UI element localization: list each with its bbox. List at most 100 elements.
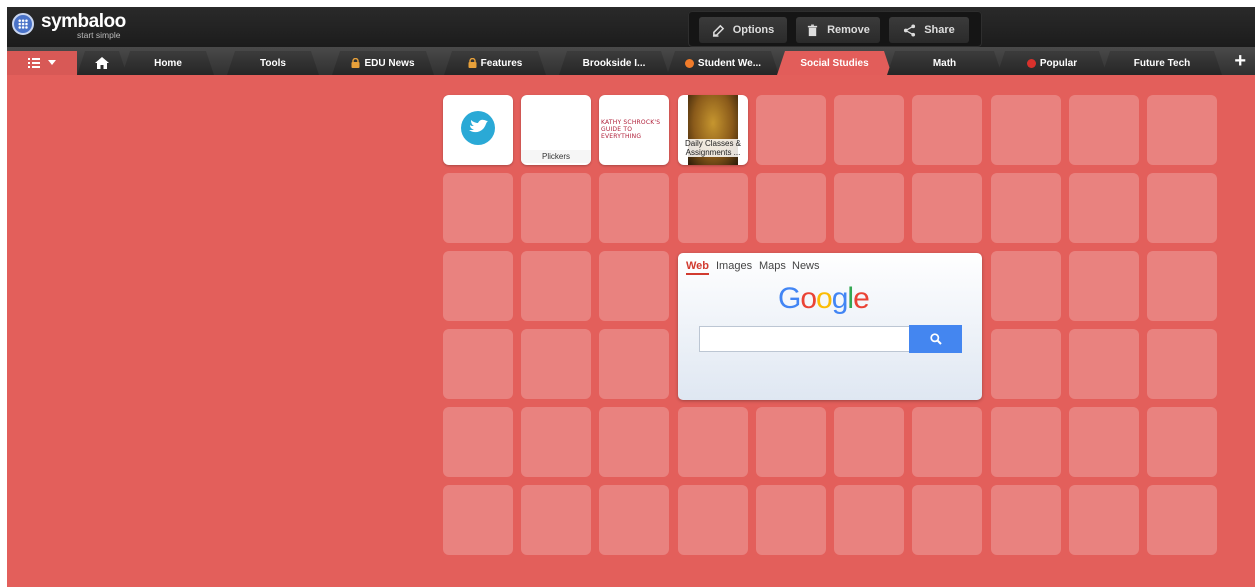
edit-icon [712, 24, 724, 37]
share-icon [904, 23, 916, 37]
empty-tile[interactable] [991, 95, 1061, 165]
tab-brookside[interactable]: Brookside I... [559, 51, 669, 75]
tab-student-web[interactable]: Student We... [667, 51, 779, 75]
empty-tile[interactable] [1147, 485, 1217, 555]
empty-tile[interactable] [1147, 407, 1217, 477]
empty-tile[interactable] [521, 485, 591, 555]
empty-tile[interactable] [991, 329, 1061, 399]
kathy-schrock-tile[interactable]: KATHY SCHROCK'S GUIDE TO EVERYTHING [599, 95, 669, 165]
tab-bar: Home Tools EDU News Features Brookside I… [7, 47, 1255, 75]
empty-tile[interactable] [834, 485, 904, 555]
tab-label: Math [932, 57, 957, 69]
google-tab-maps[interactable]: Maps [759, 260, 786, 272]
empty-tile[interactable] [599, 329, 669, 399]
empty-tile[interactable] [1069, 173, 1139, 243]
empty-tile[interactable] [912, 407, 982, 477]
empty-tile[interactable] [1069, 251, 1139, 321]
empty-tile[interactable] [991, 173, 1061, 243]
google-logo-letter: o [800, 282, 817, 315]
google-search-widget: Web Images Maps News Google [678, 253, 982, 400]
twitter-tile[interactable] [443, 95, 513, 165]
tab-future-tech[interactable]: Future Tech [1102, 51, 1222, 75]
empty-tile[interactable] [521, 407, 591, 477]
empty-tile[interactable] [756, 407, 826, 477]
home-tab[interactable] [77, 51, 127, 75]
tab-label: Tools [260, 57, 286, 69]
empty-tile[interactable] [991, 407, 1061, 477]
empty-tile[interactable] [1147, 251, 1217, 321]
tab-edu-news[interactable]: EDU News [332, 51, 434, 75]
daily-classes-tile[interactable]: Daily Classes & Assignments ... [678, 95, 748, 165]
empty-tile[interactable] [912, 95, 982, 165]
lock-icon [468, 58, 477, 68]
empty-tile[interactable] [678, 485, 748, 555]
empty-tile[interactable] [1147, 329, 1217, 399]
empty-tile[interactable] [912, 485, 982, 555]
empty-tile[interactable] [599, 251, 669, 321]
empty-tile[interactable] [521, 173, 591, 243]
options-button[interactable]: Options [699, 17, 787, 43]
empty-tile[interactable] [443, 329, 513, 399]
empty-tile[interactable] [991, 251, 1061, 321]
empty-tile[interactable] [443, 173, 513, 243]
tab-label: Home [154, 57, 182, 69]
google-tab-images[interactable]: Images [716, 260, 752, 272]
tab-tools[interactable]: Tools [227, 51, 319, 75]
empty-tile[interactable] [443, 485, 513, 555]
empty-tile[interactable] [521, 329, 591, 399]
google-search-button[interactable] [909, 325, 962, 353]
empty-tile[interactable] [912, 173, 982, 243]
google-logo-letter: g [831, 282, 849, 315]
list-menu-icon [28, 58, 40, 68]
webmix-menu-button[interactable] [7, 51, 77, 75]
empty-tile[interactable] [834, 95, 904, 165]
add-tab-plus-icon[interactable]: + [1234, 50, 1246, 72]
empty-tile[interactable] [443, 407, 513, 477]
search-icon [929, 333, 942, 345]
empty-tile[interactable] [991, 485, 1061, 555]
empty-tile[interactable] [834, 407, 904, 477]
empty-tile[interactable] [756, 173, 826, 243]
empty-tile[interactable] [756, 485, 826, 555]
tab-social-studies[interactable]: Social Studies [777, 51, 892, 75]
empty-tile[interactable] [599, 485, 669, 555]
tab-label: Popular [1039, 57, 1078, 69]
empty-tile[interactable] [521, 251, 591, 321]
tab-popular[interactable]: Popular [997, 51, 1107, 75]
empty-tile[interactable] [599, 407, 669, 477]
share-button[interactable]: Share [889, 17, 969, 43]
red-dot-icon [1027, 59, 1036, 68]
empty-tile[interactable] [756, 95, 826, 165]
tab-home[interactable]: Home [122, 51, 214, 75]
empty-tile[interactable] [1147, 95, 1217, 165]
tab-features[interactable]: Features [444, 51, 546, 75]
remove-label: Remove [827, 24, 870, 36]
empty-tile[interactable] [678, 173, 748, 243]
google-tab-news[interactable]: News [792, 260, 820, 272]
plickers-tile[interactable]: Plickers [521, 95, 591, 165]
top-bar: symbaloo start simple Options Remove Sha… [7, 7, 1255, 47]
empty-tile[interactable] [1069, 407, 1139, 477]
empty-tile[interactable] [1069, 485, 1139, 555]
google-search-input[interactable] [699, 326, 910, 352]
empty-tile[interactable] [1069, 329, 1139, 399]
plickers-label: Plickers [521, 150, 591, 163]
google-logo-letter: e [853, 282, 870, 315]
orange-dot-icon [685, 59, 694, 68]
tab-label: Features [480, 57, 523, 69]
empty-tile[interactable] [443, 251, 513, 321]
empty-tile[interactable] [1147, 173, 1217, 243]
google-logo-letter: G [778, 282, 801, 315]
empty-tile[interactable] [599, 173, 669, 243]
remove-button[interactable]: Remove [796, 17, 880, 43]
empty-tile[interactable] [678, 407, 748, 477]
webmix-actions: Options Remove Share [688, 11, 982, 47]
empty-tile[interactable] [834, 173, 904, 243]
symbaloo-logo-icon[interactable] [12, 13, 34, 35]
tab-math[interactable]: Math [887, 51, 1002, 75]
google-tab-web[interactable]: Web [686, 260, 710, 275]
twitter-bird-icon [461, 111, 495, 145]
chevron-down-icon [48, 60, 56, 65]
empty-tile[interactable] [1069, 95, 1139, 165]
webmix-grid: Plickers KATHY SCHROCK'S GUIDE TO EVERYT… [7, 75, 1255, 587]
